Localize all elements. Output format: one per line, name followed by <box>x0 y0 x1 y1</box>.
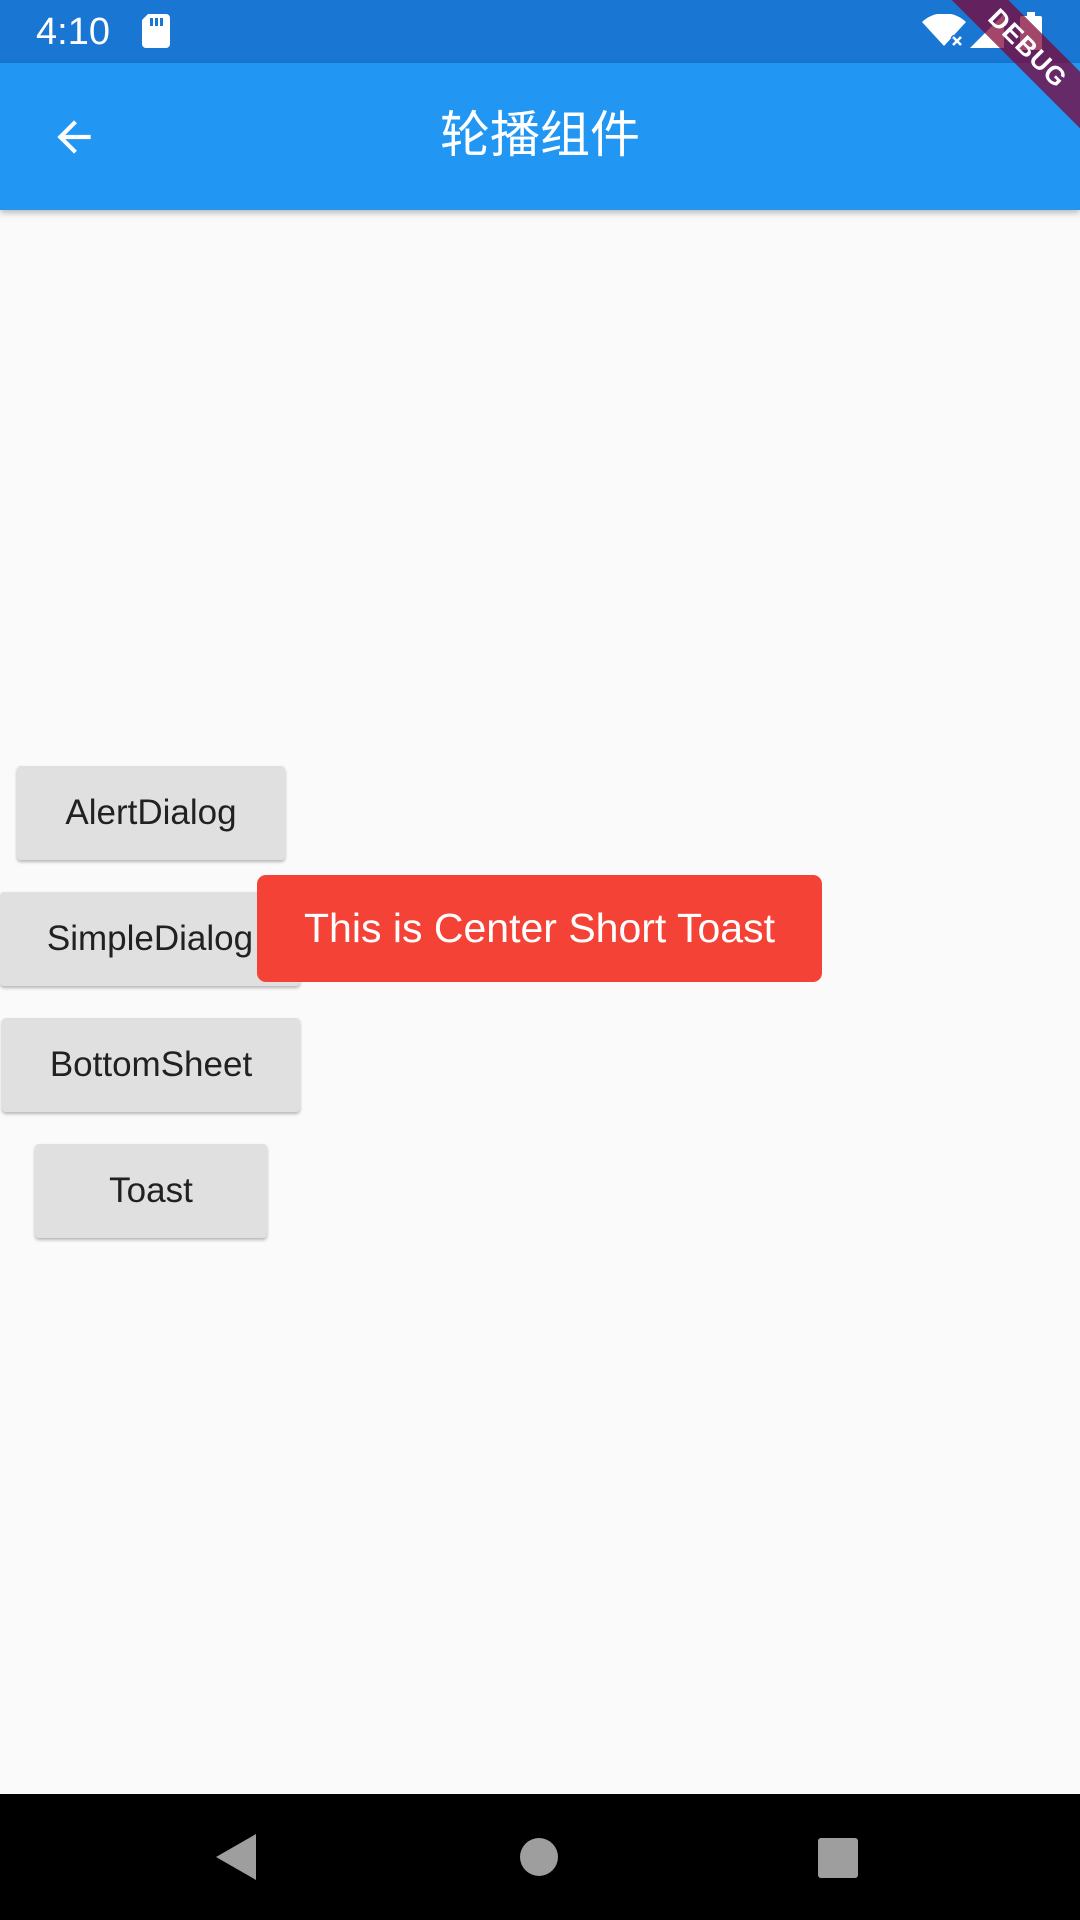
wifi-icon <box>922 14 966 48</box>
bottom-sheet-button[interactable]: BottomSheet <box>2 1018 300 1112</box>
screen: 4:10 轮播组件 DEBUG AlertDialog SimpleDialog… <box>0 0 1080 1920</box>
nav-home-icon[interactable] <box>520 1838 558 1876</box>
toast-message: This is Center Short Toast <box>257 875 822 982</box>
status-time: 4:10 <box>36 11 110 53</box>
toast-button[interactable]: Toast <box>35 1144 267 1238</box>
navigation-bar <box>0 1794 1080 1920</box>
status-bar: 4:10 <box>0 0 1080 63</box>
sd-card-icon <box>142 14 170 48</box>
nav-recents-icon[interactable] <box>818 1838 858 1878</box>
alert-dialog-button[interactable]: AlertDialog <box>17 766 285 860</box>
simple-dialog-button[interactable]: SimpleDialog <box>0 892 300 986</box>
page-title: 轮播组件 <box>440 106 640 164</box>
nav-back-icon[interactable] <box>216 1834 260 1880</box>
app-bar: 轮播组件 <box>0 63 1080 210</box>
